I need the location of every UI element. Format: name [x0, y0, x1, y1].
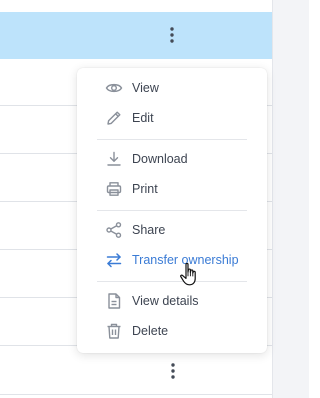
menu-item-label: Share — [132, 223, 166, 237]
row-actions-button[interactable] — [165, 360, 181, 382]
menu-item-label: View details — [132, 294, 199, 308]
eye-icon — [104, 78, 124, 98]
document-icon — [104, 291, 124, 311]
menu-item-view[interactable]: View — [97, 75, 257, 101]
menu-item-view-details[interactable]: View details — [97, 288, 257, 314]
pencil-icon — [104, 108, 124, 128]
menu-item-share[interactable]: Share — [97, 217, 257, 243]
transfer-arrows-icon — [104, 250, 124, 270]
menu-item-delete[interactable]: Delete — [97, 318, 257, 344]
menu-item-download[interactable]: Download — [97, 146, 257, 172]
row-actions-button[interactable] — [164, 24, 180, 46]
menu-divider — [97, 139, 247, 140]
selected-table-row[interactable] — [0, 12, 272, 59]
share-icon — [104, 220, 124, 240]
download-icon — [104, 149, 124, 169]
menu-item-transfer-ownership[interactable]: Transfer ownership — [97, 247, 257, 273]
menu-divider — [97, 281, 247, 282]
row-divider — [0, 394, 272, 395]
kebab-menu-icon — [171, 363, 175, 379]
menu-item-label: View — [132, 81, 159, 95]
kebab-menu-icon — [170, 27, 174, 43]
menu-item-print[interactable]: Print — [97, 176, 257, 202]
row-actions-menu: View Edit Download Print Share Transfer … — [77, 68, 267, 353]
menu-item-edit[interactable]: Edit — [97, 105, 257, 131]
side-panel — [272, 0, 309, 398]
hand-pointer-cursor-icon — [180, 262, 196, 286]
printer-icon — [104, 179, 124, 199]
menu-item-label: Download — [132, 152, 188, 166]
trash-icon — [104, 321, 124, 341]
menu-item-label: Edit — [132, 111, 154, 125]
menu-divider — [97, 210, 247, 211]
menu-item-label: Delete — [132, 324, 169, 338]
menu-item-label: Print — [132, 182, 158, 196]
